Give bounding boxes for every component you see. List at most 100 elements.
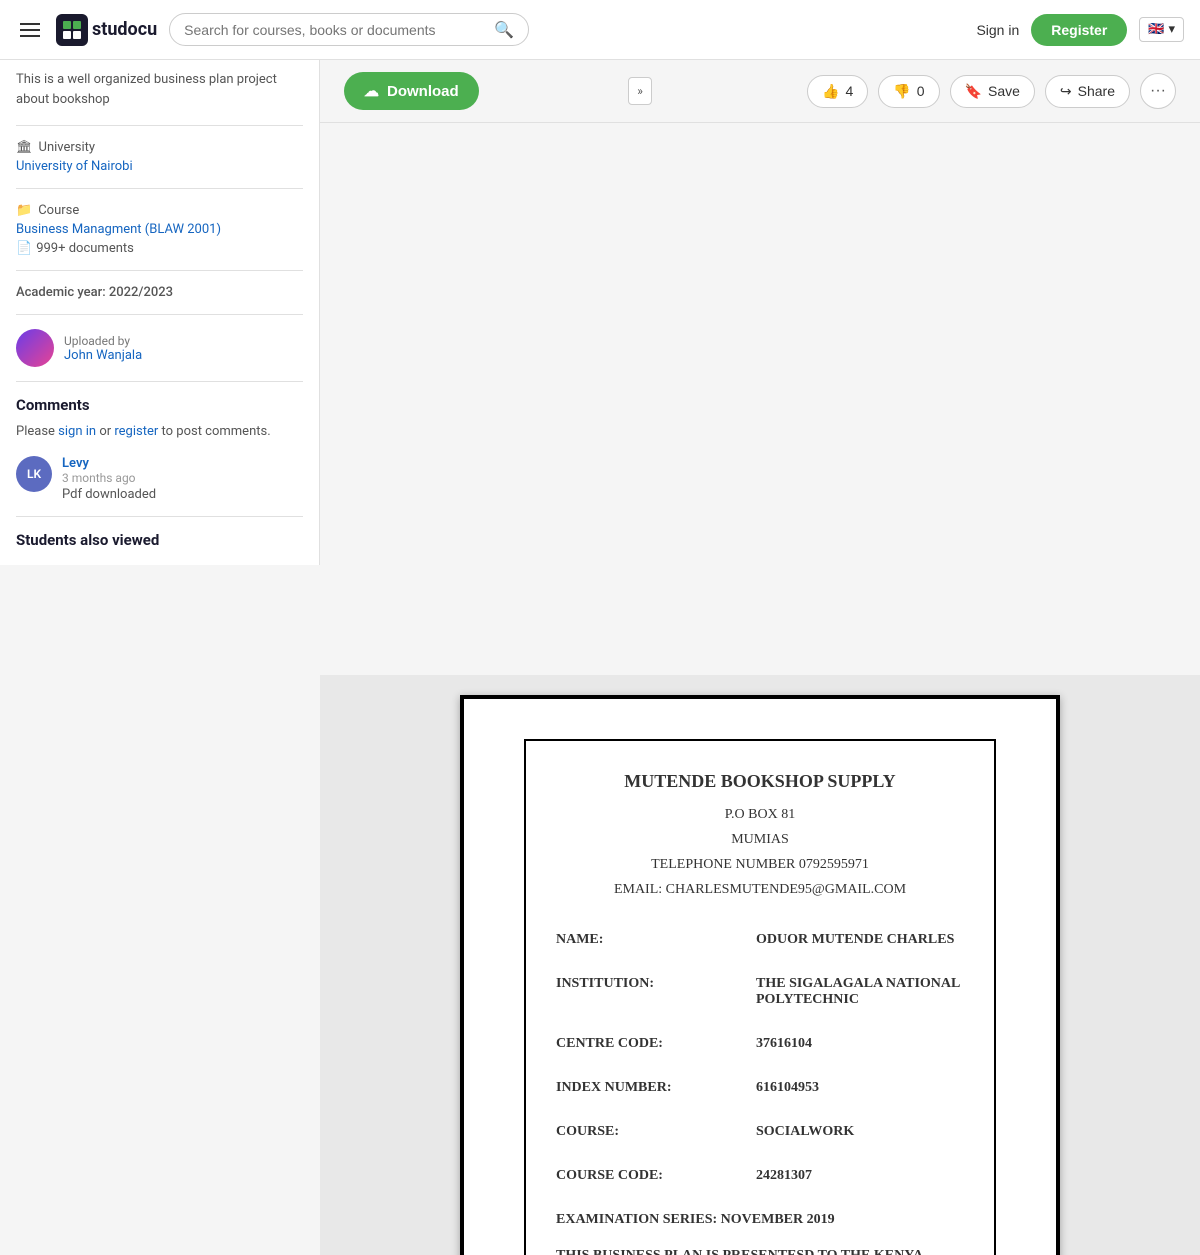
doc-icon: 📄 [16,241,32,256]
doc-description: This is a well organized business plan p… [16,70,303,109]
university-label: 🏛 University [16,140,303,155]
divider-3 [16,270,303,271]
comments-mid-text: or [99,424,114,439]
register-link[interactable]: register [114,424,158,439]
course-label-text: Course [38,203,79,218]
university-icon: 🏛 [16,140,33,155]
save-label: Save [988,83,1020,99]
doc-email: EMAIL: CHARLESMUTENDE95@GMAIL.COM [556,877,964,902]
comments-section: Comments Please sign in or register to p… [16,396,303,502]
language-selector[interactable]: 🇬🇧 ▾ [1139,17,1184,42]
collapse-button[interactable]: » [628,77,652,105]
register-button[interactable]: Register [1031,14,1127,46]
sign-in-link[interactable]: sign in [58,424,96,439]
doc-centre-label: CENTRE CODE: [556,1036,756,1052]
doc-field-centre: CENTRE CODE: 37616104 [556,1036,964,1052]
doc-course-value: SOCIALWORK [756,1124,854,1140]
comments-title: Comments [16,396,303,414]
doc-course-code-value: 24281307 [756,1168,812,1184]
course-icon: 📁 [16,203,32,218]
doc-name-value: ODUOR MUTENDE CHARLES [756,932,954,948]
search-bar[interactable]: 🔍 [169,13,529,46]
comment-initials: LK [27,467,41,481]
doc-institution-value: THE SIGALAGALA NATIONAL POLYTECHNIC [756,976,964,1008]
comment-author[interactable]: Levy [62,456,303,471]
course-section: 📁 Course Business Managment (BLAW 2001) … [16,203,303,256]
doc-index-value: 616104953 [756,1080,819,1096]
uploader-name[interactable]: John Wanjala [64,348,142,363]
comment-content: Levy 3 months ago Pdf downloaded [62,456,303,502]
more-icon: ··· [1150,82,1166,100]
uploader-section: Uploaded by John Wanjala [16,329,303,367]
divider-6 [16,516,303,517]
divider-1 [16,125,303,126]
more-options-button[interactable]: ··· [1140,73,1176,109]
comment-avatar: LK [16,456,52,492]
divider-2 [16,188,303,189]
downvote-button[interactable]: 👎 0 [878,75,939,108]
logo[interactable]: studocu [56,14,157,46]
doc-field-course: COURSE: SOCIALWORK [556,1124,964,1140]
comment-text: Pdf downloaded [62,487,303,502]
downvote-count: 0 [917,83,925,99]
doc-index-label: INDEX NUMBER: [556,1080,756,1096]
document-page: MUTENDE BOOKSHOP SUPPLY P.O BOX 81 MUMIA… [460,695,1060,1255]
download-button[interactable]: ☁ Download [344,72,479,110]
doc-field-index: INDEX NUMBER: 616104953 [556,1080,964,1096]
doc-count-text: 999+ documents [36,241,134,256]
document-area: MUTENDE BOOKSHOP SUPPLY P.O BOX 81 MUMIA… [320,675,1200,1255]
upvote-button[interactable]: 👍 4 [807,75,868,108]
uploader-avatar [16,329,54,367]
search-icon[interactable]: 🔍 [494,20,514,39]
doc-address: P.O BOX 81 MUMIAS TELEPHONE NUMBER 07925… [556,802,964,903]
academic-year-value: 2022/2023 [109,285,173,300]
sidebar: 5165 sample bookshop business plan in ke… [0,0,320,565]
menu-icon[interactable] [16,19,44,41]
comments-post-text: to post comments. [162,424,271,439]
doc-course-label: COURSE: [556,1124,756,1140]
header: studocu 🔍 Sign in Register 🇬🇧 ▾ [0,0,1200,60]
divider-5 [16,381,303,382]
download-label: Download [387,83,459,100]
share-icon: ↪ [1060,83,1072,100]
action-bar: » ☁ Download 👍 4 👎 0 🔖 Save ↪ Share ··· [320,60,1200,123]
comments-pre-text: Please [16,424,58,439]
doc-field-institution: INSTITUTION: THE SIGALAGALA NATIONAL POL… [556,976,964,1008]
doc-course-code-label: COURSE CODE: [556,1168,756,1184]
course-name[interactable]: Business Managment (BLAW 2001) [16,222,303,237]
save-button[interactable]: 🔖 Save [950,75,1035,108]
uploaded-by-label: Uploaded by [64,334,142,348]
doc-telephone: TELEPHONE NUMBER 0792595971 [556,852,964,877]
header-right: Sign in Register 🇬🇧 ▾ [976,14,1184,46]
doc-centre-value: 37616104 [756,1036,812,1052]
thumbs-up-icon: 👍 [822,83,839,100]
doc-field-course-code: COURSE CODE: 24281307 [556,1168,964,1184]
students-viewed-title: Students also viewed [16,531,303,549]
search-input[interactable] [184,22,494,38]
comments-description: Please sign in or register to post comme… [16,422,303,442]
comment-time: 3 months ago [62,471,303,485]
thumbs-down-icon: 👎 [893,83,910,100]
uploader-info: Uploaded by John Wanjala [64,334,142,363]
sign-in-button[interactable]: Sign in [976,22,1019,38]
share-button[interactable]: ↪ Share [1045,75,1130,108]
lang-arrow: ▾ [1168,22,1175,37]
university-name[interactable]: University of Nairobi [16,159,303,174]
document-inner: MUTENDE BOOKSHOP SUPPLY P.O BOX 81 MUMIA… [524,739,996,1255]
university-section: 🏛 University University of Nairobi [16,140,303,174]
academic-year: Academic year: 2022/2023 [16,285,303,300]
doc-po-box: P.O BOX 81 [556,802,964,827]
upvote-count: 4 [846,83,854,99]
course-label: 📁 Course [16,203,303,218]
doc-count: 📄 999+ documents [16,241,303,256]
download-cloud-icon: ☁ [364,82,379,100]
doc-institution-label: INSTITUTION: [556,976,756,1008]
doc-name-label: NAME: [556,932,756,948]
doc-town: MUMIAS [556,827,964,852]
bookmark-icon: 🔖 [965,83,982,100]
doc-exam-series: EXAMINATION SERIES: NOVEMBER 2019 [556,1212,964,1228]
doc-bottom-text: THIS BUSINESS PLAN IS PRESENTESD TO THE … [556,1248,964,1254]
academic-year-label: Academic year: [16,285,106,300]
doc-field-name: NAME: ODUOR MUTENDE CHARLES [556,932,964,948]
comment-item: LK Levy 3 months ago Pdf downloaded [16,456,303,502]
